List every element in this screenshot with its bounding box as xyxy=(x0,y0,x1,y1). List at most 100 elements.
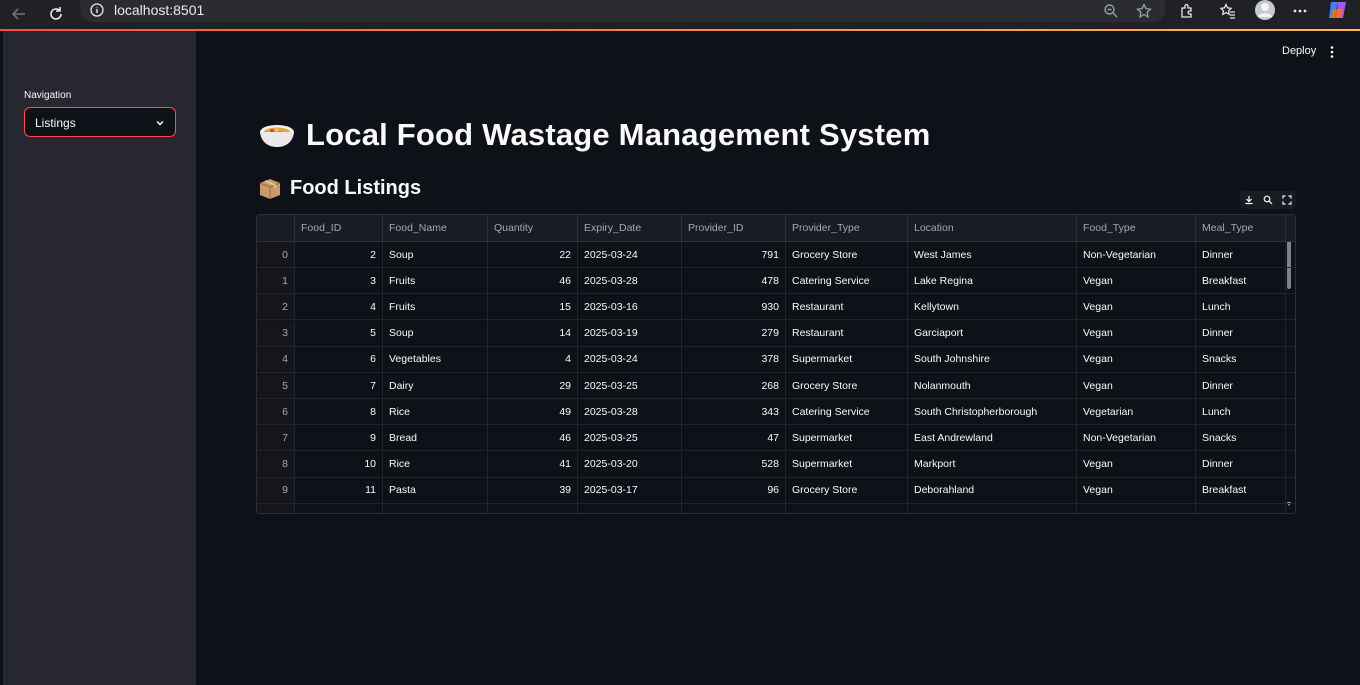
row-index-cell[interactable]: 2 xyxy=(257,294,295,320)
cell-food-type[interactable]: Vegan xyxy=(1077,346,1196,372)
table-row[interactable]: 9 11 Pasta 39 2025-03-17 96 Grocery Store Debor… xyxy=(257,477,1295,504)
cell-expiry-date[interactable]: 2025-03-28 xyxy=(578,399,682,425)
cell-provider-type[interactable]: Supermarket xyxy=(786,425,908,451)
row-index-cell[interactable]: 9 xyxy=(257,477,295,503)
cell-provider-type[interactable]: Restaurant xyxy=(786,294,908,320)
cell-food-name[interactable]: Dairy xyxy=(383,373,488,398)
cell-provider-type[interactable]: Restaurant xyxy=(786,320,908,346)
profile-avatar-icon[interactable] xyxy=(1253,0,1277,22)
cell-food-id[interactable]: 10 xyxy=(295,451,383,477)
cell-quantity[interactable]: 41 xyxy=(488,451,578,477)
row-index-cell[interactable]: 0 xyxy=(257,242,295,267)
table-row[interactable]: 0 2 Soup 22 2025-03-24 791 Grocery Store West J… xyxy=(257,242,1295,268)
cell-food-type[interactable]: Vegan xyxy=(1077,320,1196,346)
cell-food-id[interactable]: 11 xyxy=(295,477,383,503)
table-row[interactable]: 8 10 Rice 41 2025-03-20 528 Supermarket Markpor… xyxy=(257,451,1295,478)
cell-food-id[interactable]: 2 xyxy=(295,242,383,267)
row-index-cell[interactable]: 1 xyxy=(257,268,295,294)
column-header-food-id[interactable]: Food_ID xyxy=(295,215,383,241)
cell-expiry-date[interactable]: 2025-03-28 xyxy=(578,268,682,294)
bookmark-star-icon[interactable] xyxy=(1133,0,1155,22)
cell-location[interactable]: Nolanmouth xyxy=(908,373,1077,398)
cell-provider-id[interactable]: 378 xyxy=(682,346,786,372)
cell-provider-type[interactable]: Grocery Store xyxy=(786,242,908,267)
row-index-cell[interactable]: 8 xyxy=(257,451,295,477)
food-listings-table[interactable]: ▲ ▼ Food_IDFood_NameQuantityExpiry_DateP… xyxy=(256,214,1296,514)
cell-food-name[interactable]: Pasta xyxy=(383,477,488,503)
cell-quantity[interactable]: 4 xyxy=(488,346,578,372)
fullscreen-icon[interactable] xyxy=(1281,194,1293,206)
cell-provider-id[interactable]: 930 xyxy=(682,294,786,320)
cell-quantity[interactable]: 39 xyxy=(488,477,578,503)
row-index-cell[interactable]: 3 xyxy=(257,320,295,346)
cell-quantity[interactable]: 14 xyxy=(488,320,578,346)
cell-food-id[interactable]: 8 xyxy=(295,399,383,425)
deploy-button[interactable]: Deploy xyxy=(1282,45,1316,57)
cell-location[interactable]: Kellytown xyxy=(908,294,1077,320)
cell-location[interactable]: Deborahland xyxy=(908,477,1077,503)
cell-food-name[interactable]: Rice xyxy=(383,399,488,425)
cell-food-id[interactable]: 7 xyxy=(295,373,383,398)
cell-quantity[interactable]: 29 xyxy=(488,373,578,398)
cell-food-type[interactable]: Non-Vegetarian xyxy=(1077,425,1196,451)
cell-meal-type[interactable]: Breakfast xyxy=(1196,268,1286,294)
cell-food-type[interactable]: Vegetarian xyxy=(1077,399,1196,425)
cell-food-id[interactable]: 4 xyxy=(295,294,383,320)
download-icon[interactable] xyxy=(1243,194,1255,206)
cell-expiry-date[interactable]: 2025-03-17 xyxy=(578,477,682,503)
cell-food-name[interactable]: Rice xyxy=(383,451,488,477)
page-select[interactable]: Listings xyxy=(24,107,176,137)
cell-meal-type[interactable]: Breakfast xyxy=(1196,477,1286,503)
cell-provider-id[interactable]: 279 xyxy=(682,320,786,346)
cell-provider-id[interactable]: 528 xyxy=(682,451,786,477)
cell-meal-type[interactable]: Snacks xyxy=(1196,425,1286,451)
cell-meal-type[interactable]: Snacks xyxy=(1196,346,1286,372)
cell-location[interactable]: Garciaport xyxy=(908,320,1077,346)
cell-food-id[interactable]: 6 xyxy=(295,346,383,372)
cell-meal-type[interactable]: Dinner xyxy=(1196,373,1286,398)
cell-food-id[interactable]: 9 xyxy=(295,425,383,451)
column-header-index[interactable] xyxy=(257,215,295,241)
cell-expiry-date[interactable]: 2025-03-25 xyxy=(578,373,682,398)
row-index-cell[interactable]: 5 xyxy=(257,373,295,398)
table-row[interactable]: 2 4 Fruits 15 2025-03-16 930 Restaurant Kellyto… xyxy=(257,294,1295,321)
cell-provider-type[interactable]: Catering Service xyxy=(786,399,908,425)
cell-provider-type[interactable]: Grocery Store xyxy=(786,373,908,398)
cell-location[interactable]: East Andrewland xyxy=(908,425,1077,451)
cell-location[interactable]: Markport xyxy=(908,451,1077,477)
cell-food-name[interactable]: Soup xyxy=(383,242,488,267)
cell-location[interactable]: Lake Regina xyxy=(908,268,1077,294)
cell-provider-id[interactable]: 268 xyxy=(682,373,786,398)
cell-provider-id[interactable]: 96 xyxy=(682,477,786,503)
search-icon[interactable] xyxy=(1262,194,1274,206)
cell-meal-type[interactable]: Lunch xyxy=(1196,399,1286,425)
cell-meal-type[interactable]: Dinner xyxy=(1196,320,1286,346)
cell-provider-id[interactable]: 791 xyxy=(682,242,786,267)
cell-provider-id[interactable]: 343 xyxy=(682,399,786,425)
row-index-cell[interactable]: 7 xyxy=(257,425,295,451)
site-info-icon[interactable] xyxy=(90,3,104,22)
column-header-expiry-date[interactable]: Expiry_Date xyxy=(578,215,682,241)
row-index-cell[interactable]: 6 xyxy=(257,399,295,425)
cell-meal-type[interactable]: Dinner xyxy=(1196,242,1286,267)
back-icon[interactable] xyxy=(8,3,30,25)
table-row[interactable]: 7 9 Bread 46 2025-03-25 47 Supermarket East And… xyxy=(257,425,1295,452)
cell-expiry-date[interactable]: 2025-03-24 xyxy=(578,346,682,372)
cell-expiry-date[interactable]: 2025-03-25 xyxy=(578,425,682,451)
column-header-provider-type[interactable]: Provider_Type xyxy=(786,215,908,241)
cell-location[interactable]: South Christopherborough xyxy=(908,399,1077,425)
cell-food-name[interactable]: Vegetables xyxy=(383,346,488,372)
cell-quantity[interactable]: 46 xyxy=(488,425,578,451)
cell-food-type[interactable]: Vegan xyxy=(1077,477,1196,503)
cell-food-id[interactable]: 3 xyxy=(295,268,383,294)
cell-provider-type[interactable]: Supermarket xyxy=(786,346,908,372)
cell-expiry-date[interactable]: 2025-03-24 xyxy=(578,242,682,267)
cell-meal-type[interactable]: Lunch xyxy=(1196,294,1286,320)
cell-expiry-date[interactable]: 2025-03-20 xyxy=(578,451,682,477)
cell-provider-type[interactable]: Supermarket xyxy=(786,451,908,477)
cell-expiry-date[interactable]: 2025-03-19 xyxy=(578,320,682,346)
cell-quantity[interactable]: 46 xyxy=(488,268,578,294)
table-row[interactable]: 3 5 Soup 14 2025-03-19 279 Restaurant Garciapor… xyxy=(257,320,1295,347)
cell-food-type[interactable]: Vegan xyxy=(1077,373,1196,398)
main-menu-icon[interactable] xyxy=(1327,45,1337,64)
